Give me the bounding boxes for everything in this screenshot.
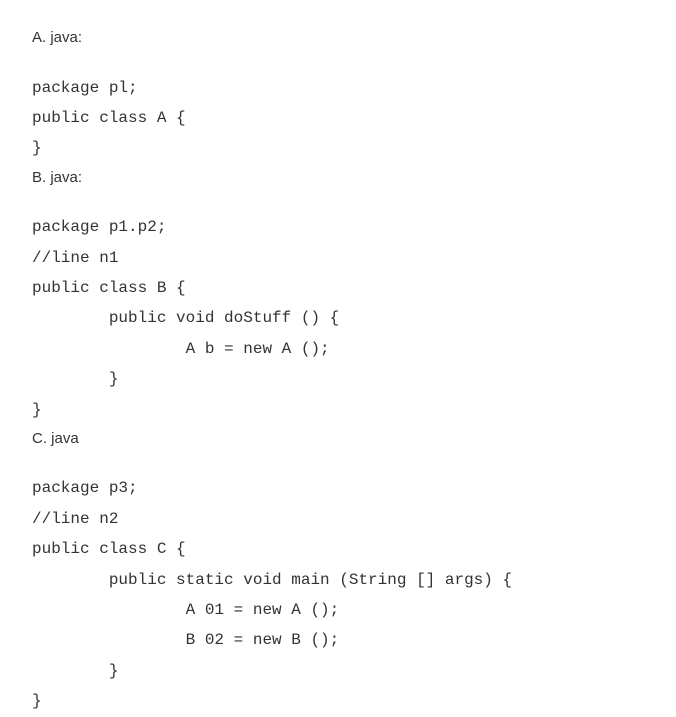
- section-c-label: C. java: [32, 425, 644, 454]
- spacer: [32, 453, 644, 473]
- spacer: [32, 53, 644, 73]
- section-a-code: package pl; public class A { }: [32, 73, 644, 164]
- section-a-label: A. java:: [32, 24, 644, 53]
- section-b-code: package p1.p2; //line n1 public class B …: [32, 212, 644, 425]
- spacer: [32, 192, 644, 212]
- section-c-code: package p3; //line n2 public class C { p…: [32, 473, 644, 716]
- section-b-label: B. java:: [32, 164, 644, 193]
